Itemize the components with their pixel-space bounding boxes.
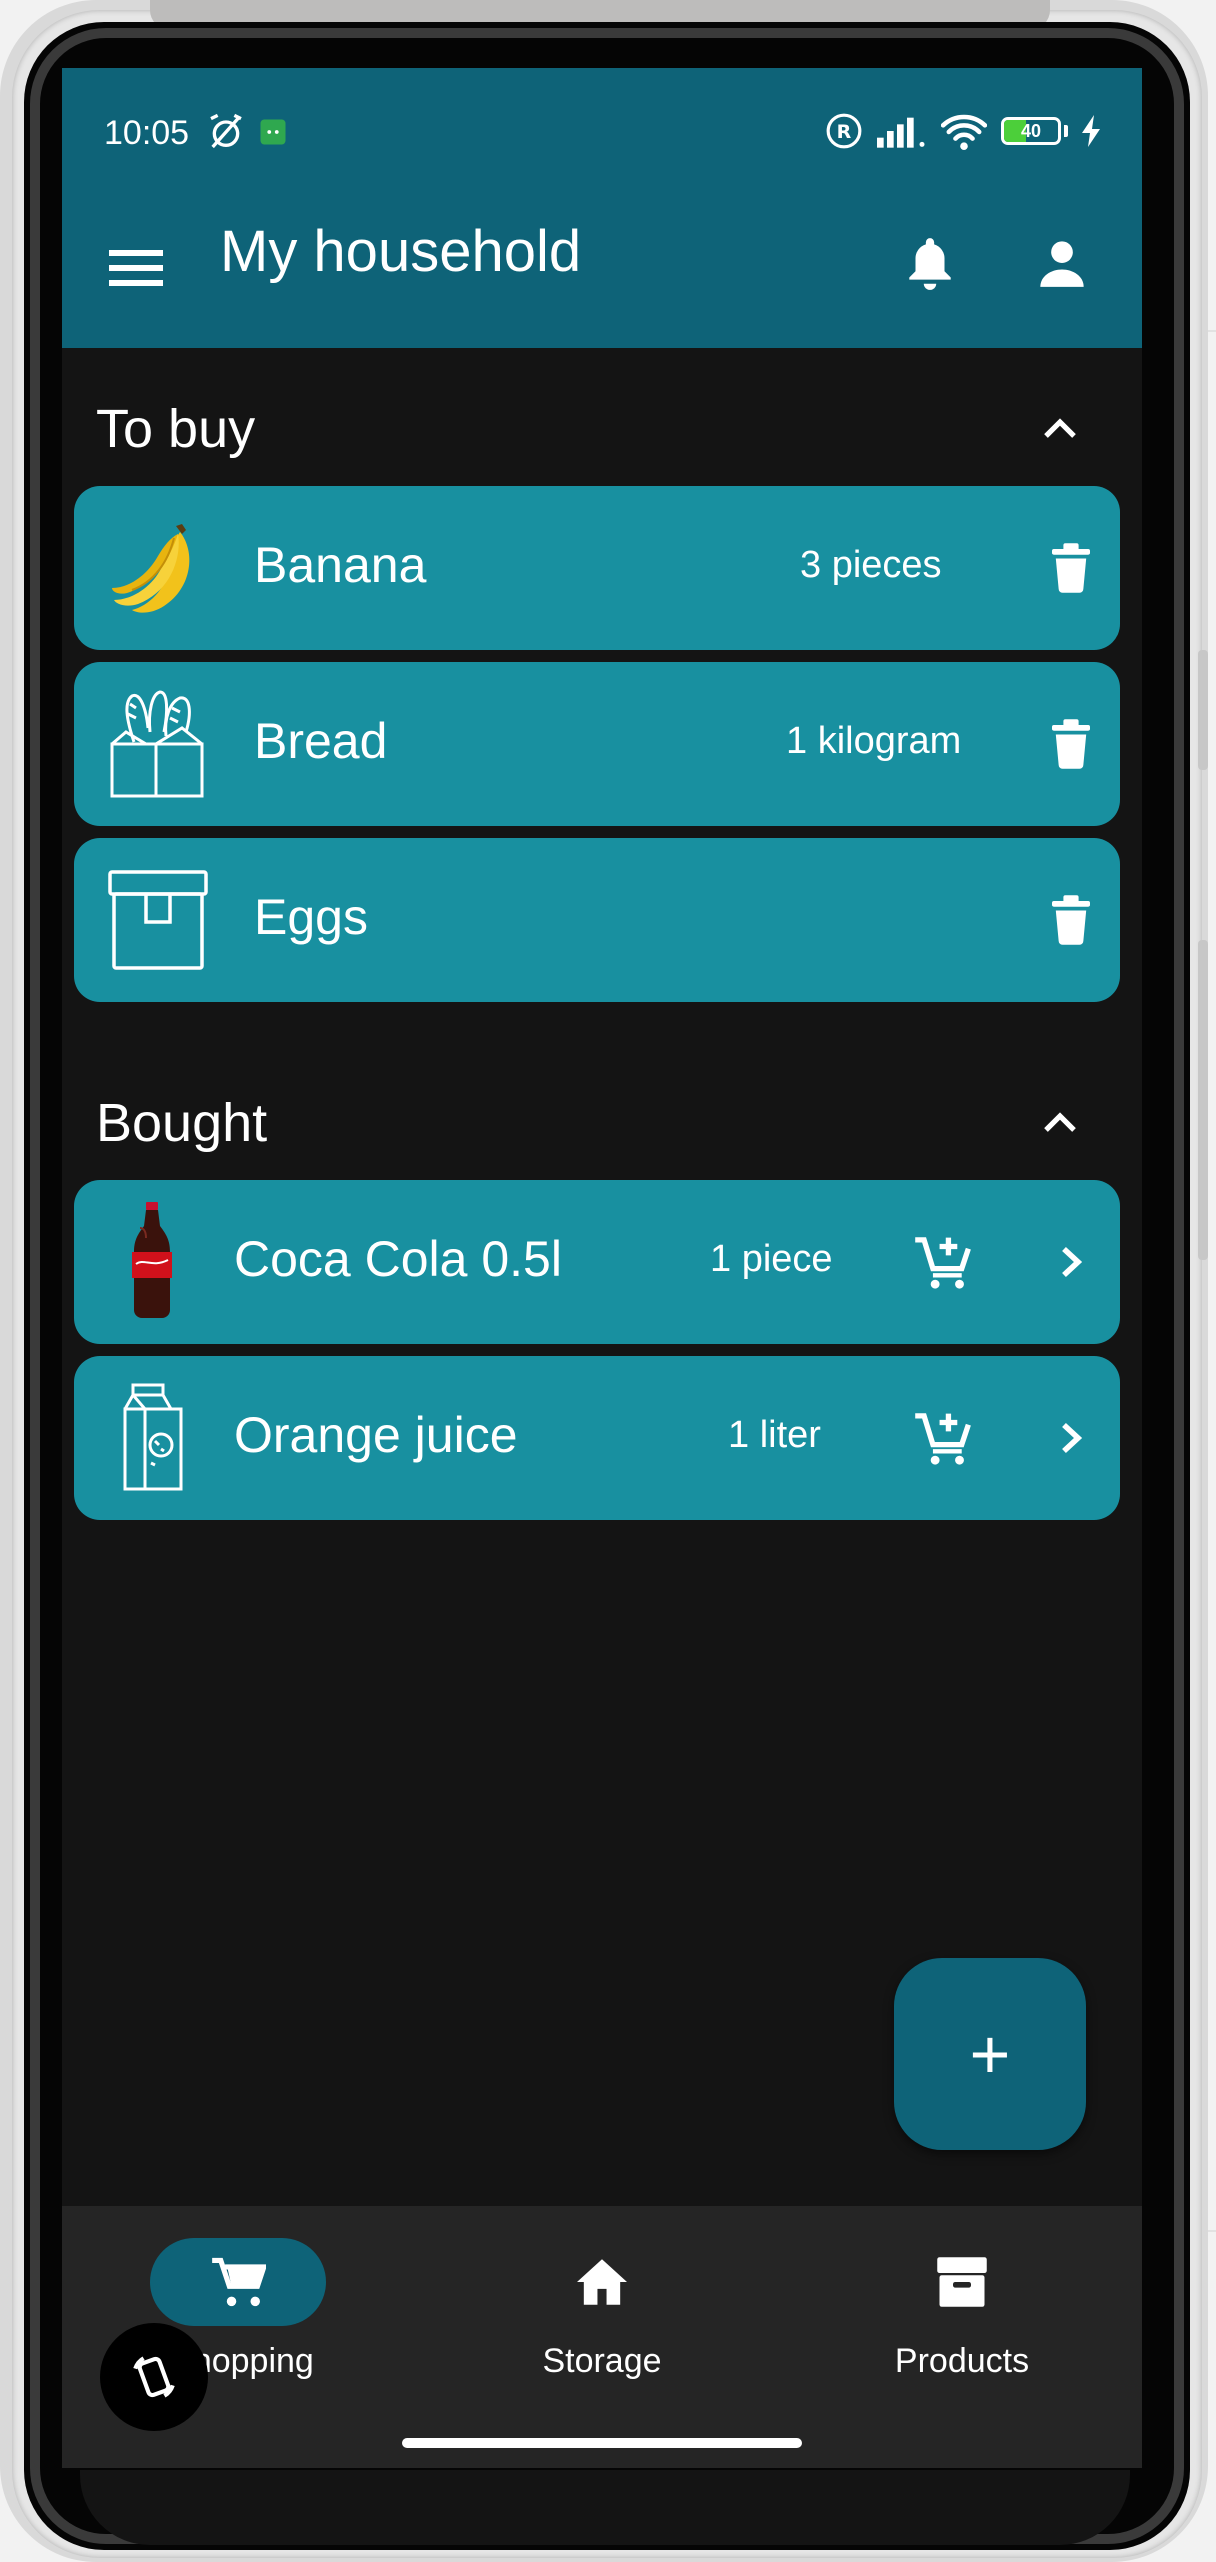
bought-collapse-button[interactable] <box>1030 1092 1090 1152</box>
bell-icon <box>909 238 951 290</box>
bottom-navigation: Shopping Storage Products <box>62 2206 1142 2468</box>
nav-icon-container <box>422 2238 782 2326</box>
banana-icon <box>102 512 214 624</box>
bought-item[interactable]: Coca Cola 0.5l 1 piece <box>74 1180 1120 1344</box>
to-buy-heading: To buy <box>96 399 256 459</box>
chevron-up-icon <box>1044 418 1076 438</box>
charging-icon <box>1082 115 1100 147</box>
trash-icon <box>1052 543 1090 593</box>
item-name: Bread <box>254 713 388 769</box>
status-time: 10:05 <box>104 114 190 152</box>
nav-icon-container <box>782 2238 1142 2326</box>
item-details-button[interactable] <box>1046 1226 1096 1298</box>
signal-icon <box>877 117 925 148</box>
trash-icon <box>1052 719 1090 769</box>
status-right-icons: R 40 <box>825 112 1102 150</box>
item-quantity: 1 kilogram <box>786 720 962 762</box>
nav-products[interactable]: Products <box>782 2206 1142 2406</box>
add-shopping-cart-icon <box>915 1237 971 1289</box>
alarm-off-icon <box>210 113 242 149</box>
trash-icon <box>1052 895 1090 945</box>
svg-text:R: R <box>837 121 852 143</box>
bought-heading: Bought <box>96 1093 268 1153</box>
menu-icon <box>109 250 163 286</box>
item-name: Banana <box>254 537 427 593</box>
plus-icon: + <box>969 2015 1011 2093</box>
chevron-right-icon <box>1062 1422 1082 1454</box>
bread-bag-icon <box>102 688 214 800</box>
page-title: My household <box>220 219 582 284</box>
cola-bottle-icon <box>96 1202 208 1318</box>
android-app-icon <box>260 119 286 145</box>
home-icon <box>577 2259 627 2305</box>
item-quantity: 1 liter <box>728 1414 821 1456</box>
item-details-button[interactable] <box>1046 1402 1096 1474</box>
add-item-fab[interactable]: + <box>894 1958 1086 2150</box>
add-to-cart-button[interactable] <box>904 1226 984 1298</box>
battery-level: 40 <box>1020 121 1042 141</box>
delete-button[interactable] <box>1036 532 1106 604</box>
item-name: Orange juice <box>234 1407 518 1463</box>
app-screen: 10:05 R 40 My household To buy Banana 3 … <box>62 68 1142 2468</box>
account-button[interactable] <box>1032 228 1092 298</box>
delete-button[interactable] <box>1036 708 1106 780</box>
delete-button[interactable] <box>1036 884 1106 956</box>
nav-label: Storage <box>542 2342 662 2380</box>
person-icon <box>1040 241 1084 287</box>
archive-icon <box>937 2257 987 2307</box>
item-quantity: 3 pieces <box>800 544 942 586</box>
add-shopping-cart-icon <box>915 1413 971 1465</box>
add-to-cart-button[interactable] <box>904 1402 984 1474</box>
to-buy-item[interactable]: Eggs <box>74 838 1120 1002</box>
screen-rotation-icon <box>133 2356 175 2398</box>
menu-button[interactable] <box>106 238 166 298</box>
cart-icon <box>212 2257 266 2307</box>
juice-carton-icon <box>96 1382 208 1494</box>
to-buy-item[interactable]: Bread 1 kilogram <box>74 662 1120 826</box>
home-indicator[interactable] <box>402 2438 802 2448</box>
battery-icon: 40 <box>1001 117 1068 145</box>
registered-icon: R <box>826 113 862 149</box>
storage-box-icon <box>102 864 214 976</box>
to-buy-collapse-button[interactable] <box>1030 398 1090 458</box>
nav-storage[interactable]: Storage <box>422 2206 782 2406</box>
power-button <box>1198 940 1208 1260</box>
nav-active-indicator <box>150 2238 326 2326</box>
rotate-screen-button[interactable] <box>100 2323 208 2431</box>
item-name: Coca Cola 0.5l <box>234 1231 562 1287</box>
app-bar: 10:05 R 40 My household <box>62 68 1142 348</box>
wifi-icon <box>941 114 987 150</box>
chevron-right-icon <box>1062 1246 1082 1278</box>
notifications-button[interactable] <box>900 228 960 298</box>
to-buy-item[interactable]: Banana 3 pieces <box>74 486 1120 650</box>
item-name: Eggs <box>254 889 368 945</box>
volume-button <box>1198 650 1208 770</box>
phone-chin <box>80 2470 1130 2545</box>
bought-item[interactable]: Orange juice 1 liter <box>74 1356 1120 1520</box>
status-left-icons <box>204 112 288 152</box>
nav-label: Products <box>894 2342 1030 2380</box>
item-quantity: 1 piece <box>710 1238 833 1280</box>
chevron-up-icon <box>1044 1112 1076 1132</box>
